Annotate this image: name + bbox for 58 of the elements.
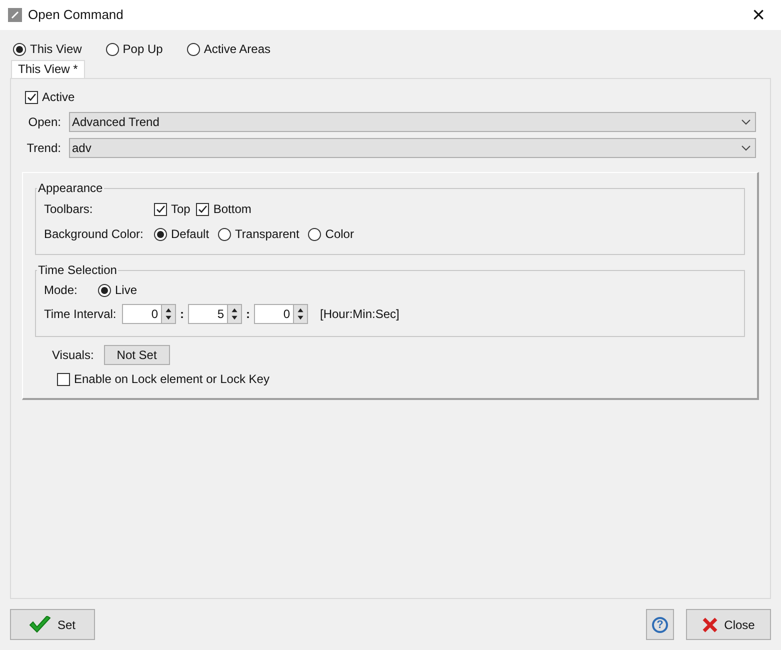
field-label: Toolbars: (44, 201, 94, 218)
close-dialog-button[interactable]: Close (686, 609, 771, 640)
checkbox[interactable] (57, 372, 70, 386)
active-checkbox[interactable]: Active (25, 88, 756, 106)
dropdown[interactable]: adv (69, 138, 756, 158)
field-label: Visuals: (52, 347, 94, 364)
close-button[interactable]: × (752, 4, 765, 26)
radio-label: Color (325, 226, 354, 243)
checkbox[interactable] (154, 202, 167, 216)
checkbox-label: Bottom (213, 201, 252, 218)
radio-button[interactable] (308, 228, 322, 240)
radio-label: Default (171, 226, 210, 243)
radio-label: Live (115, 282, 138, 299)
spinner-arrows-icon (227, 305, 241, 323)
toolbar-checkbox[interactable]: Top (154, 200, 190, 218)
radio-button[interactable] (218, 228, 232, 240)
time-separator: : (246, 306, 250, 323)
pencil-icon (8, 8, 22, 22)
format-hint: [Hour:Min:Sec] (320, 306, 400, 323)
number-spinner[interactable]: 0 (122, 304, 176, 324)
field-label: Time Interval: (44, 306, 118, 323)
number-spinner[interactable]: 5 (188, 304, 242, 324)
time-separator: : (180, 306, 184, 323)
not-set-button[interactable]: Not Set (104, 345, 170, 365)
spinner-arrows-icon (293, 305, 307, 323)
checkbox-label: Enable on Lock element or Lock Key (74, 371, 270, 388)
radio-button[interactable] (154, 228, 167, 240)
radio-label: Active Areas (204, 41, 271, 58)
checkbox[interactable] (196, 202, 210, 216)
radio-button[interactable] (98, 284, 111, 296)
checkbox-label: Top (171, 201, 190, 218)
spinner-arrows-icon (161, 305, 175, 323)
field-label: Background Color: (44, 226, 144, 243)
window-title: Open Command (28, 6, 124, 24)
radio-label: This View (30, 41, 82, 58)
dropdown[interactable]: Advanced Trend (69, 112, 756, 132)
checkmark-icon (29, 616, 52, 634)
checkbox[interactable] (25, 90, 38, 104)
radio-button[interactable] (186, 42, 200, 56)
lock-checkbox[interactable]: Enable on Lock element or Lock Key (57, 370, 745, 388)
field-label: Mode: (44, 282, 78, 299)
chevron-down-icon (741, 119, 751, 125)
tab[interactable]: This View * (11, 60, 85, 78)
field-label: Trend: (26, 140, 62, 157)
group-title: Time Selection (37, 262, 118, 279)
chevron-down-icon (741, 145, 751, 151)
radio-button[interactable] (13, 42, 26, 56)
field-label: Open: (27, 114, 62, 131)
radio-button[interactable] (106, 42, 119, 56)
set-button[interactable]: Set (10, 609, 95, 640)
toolbar-checkbox[interactable]: Bottom (196, 200, 252, 218)
radio-label: Pop Up (122, 41, 163, 58)
help-button[interactable]: ? (646, 609, 674, 640)
radio-label: Transparent (235, 226, 300, 243)
checkbox-label: Active (42, 89, 75, 106)
group-title: Appearance (37, 180, 104, 197)
close-icon (702, 616, 718, 632)
number-spinner[interactable]: 0 (254, 304, 308, 324)
